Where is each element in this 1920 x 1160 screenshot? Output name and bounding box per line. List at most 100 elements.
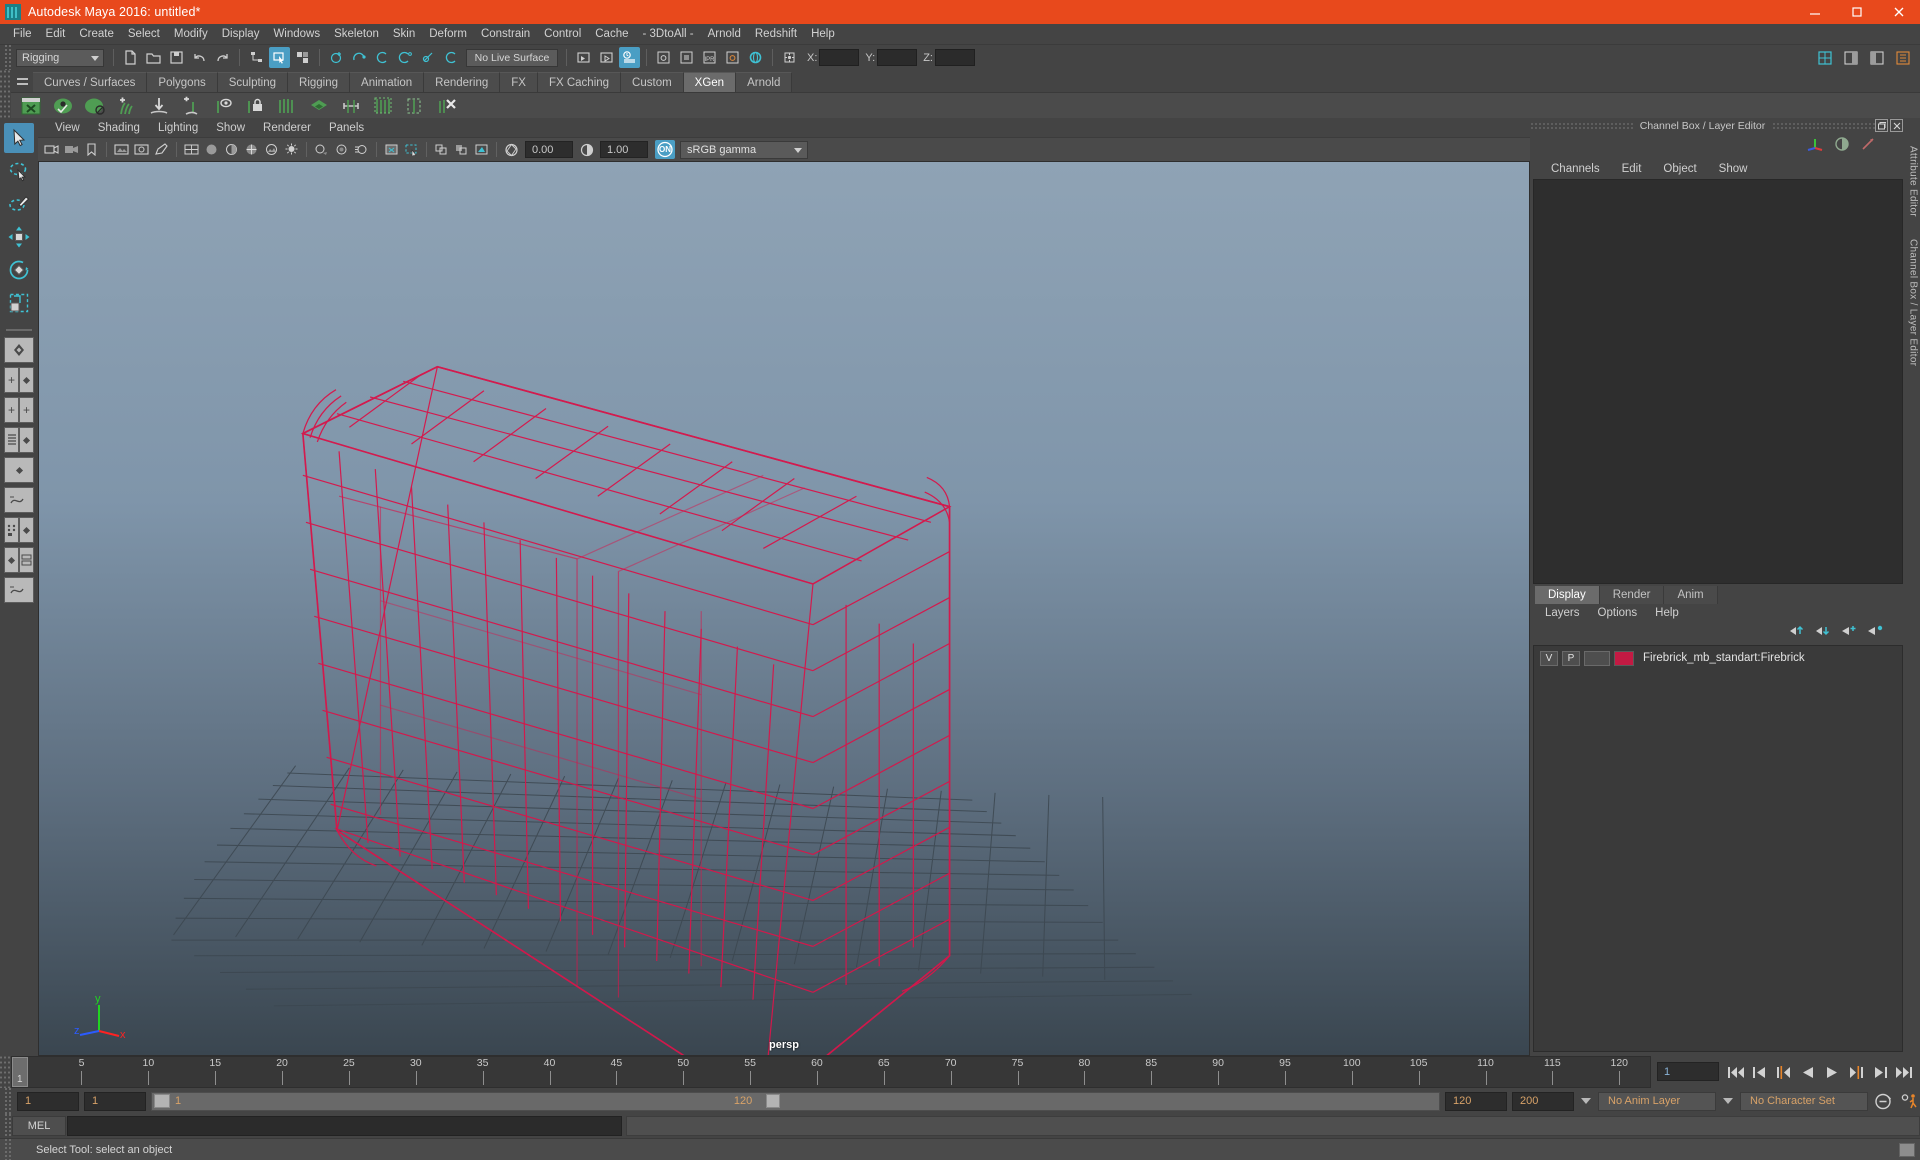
go-to-start-icon[interactable] [1725, 1061, 1746, 1083]
gamma-reset-icon[interactable] [452, 140, 471, 159]
menu-edit[interactable]: Edit [39, 24, 73, 45]
maximize-icon[interactable] [1836, 0, 1878, 24]
color-management-toggle[interactable]: ON [655, 140, 675, 159]
menu-modify[interactable]: Modify [167, 24, 215, 45]
ipr-region-icon[interactable]: IPR [699, 47, 720, 68]
shelf-tab-arnold[interactable]: Arnold [736, 72, 793, 92]
paint-select-tool[interactable] [4, 189, 34, 219]
shelf-tab-animation[interactable]: Animation [350, 72, 425, 92]
menu-cache[interactable]: Cache [588, 24, 635, 45]
panel-menu-panels[interactable]: Panels [320, 122, 373, 134]
bookmark-icon[interactable] [82, 140, 101, 159]
scale-tool[interactable] [4, 288, 34, 318]
layout-persp-graph-button[interactable] [4, 457, 34, 483]
range-bar[interactable]: 1 120 [151, 1091, 1440, 1111]
tab-channel-box-layer-editor[interactable]: Channel Box / Layer Editor [1908, 239, 1919, 366]
anim-curve-icon[interactable] [1860, 136, 1876, 157]
live-surface-field[interactable]: No Live Surface [466, 48, 558, 67]
command-line-grip[interactable] [3, 1114, 12, 1138]
tab-attribute-editor[interactable]: Attribute Editor [1908, 146, 1919, 217]
menu-select[interactable]: Select [121, 24, 167, 45]
density-paint-icon[interactable] [304, 93, 334, 118]
menu-file[interactable]: File [6, 24, 39, 45]
layout-outliner-persp-button[interactable] [4, 427, 34, 453]
channel-box-content[interactable] [1533, 179, 1903, 584]
menu-arnold[interactable]: Arnold [701, 24, 748, 45]
render-region-icon[interactable] [676, 47, 697, 68]
add-guide-icon[interactable] [176, 93, 206, 118]
display-layer-list[interactable]: V P Firebrick_mb_standart:Firebrick [1533, 644, 1903, 1052]
help-line-icon[interactable] [1899, 1142, 1915, 1157]
current-time-field[interactable]: 1 [1657, 1062, 1719, 1081]
snap-to-point-icon[interactable] [372, 47, 393, 68]
select-camera-icon[interactable] [42, 140, 61, 159]
float-panel-icon[interactable] [1875, 119, 1888, 132]
redo-render-icon[interactable] [596, 47, 617, 68]
display-toggle-icon[interactable] [1834, 136, 1850, 157]
time-slider-grip[interactable] [0, 1056, 11, 1088]
animation-preferences-icon[interactable] [1899, 1090, 1920, 1112]
render-sequence-icon[interactable] [722, 47, 743, 68]
layout-graph-editor-button[interactable] [4, 487, 34, 513]
channel-menu-channels[interactable]: Channels [1540, 163, 1611, 175]
tab-anim[interactable]: Anim [1664, 585, 1718, 604]
layer-row[interactable]: V P Firebrick_mb_standart:Firebrick [1534, 649, 1902, 668]
range-slider-grip[interactable] [3, 1088, 12, 1114]
lasso-select-tool[interactable] [4, 156, 34, 186]
lock-guide-icon[interactable] [240, 93, 270, 118]
isolate-select-icon[interactable] [382, 140, 401, 159]
select-by-component-icon[interactable] [292, 47, 313, 68]
xgen-editor-icon[interactable] [16, 93, 46, 118]
time-slider-cursor[interactable]: 1 [12, 1057, 28, 1087]
grease-pencil-icon[interactable] [152, 140, 171, 159]
guide-visibility-icon[interactable] [208, 93, 238, 118]
redo-icon[interactable] [212, 47, 233, 68]
layout-hypershade-persp-button[interactable] [4, 517, 34, 543]
layer-type-toggle[interactable] [1584, 650, 1610, 666]
make-live-icon[interactable] [441, 47, 462, 68]
region-mask-icon[interactable] [400, 93, 430, 118]
playback-end-time-field[interactable]: 120 [1445, 1091, 1507, 1111]
character-set-selector[interactable]: No Character Set [1740, 1091, 1868, 1111]
tab-render[interactable]: Render [1599, 585, 1665, 604]
show-hide-attribute-editor-icon[interactable] [1840, 47, 1861, 68]
view-transform-selector[interactable]: sRGB gamma [680, 140, 808, 159]
shelf-grip[interactable] [0, 70, 11, 118]
menu-set-selector[interactable]: Rigging [16, 48, 104, 67]
play-backwards-icon[interactable] [1797, 1061, 1818, 1083]
camera-attributes-icon[interactable] [62, 140, 81, 159]
two-d-pan-zoom-icon[interactable] [132, 140, 151, 159]
panel-menu-renderer[interactable]: Renderer [254, 122, 320, 134]
xgen-preview-icon[interactable] [48, 93, 78, 118]
import-collection-icon[interactable] [144, 93, 174, 118]
time-slider-track[interactable]: 1 5 10 15 20 25 30 35 40 45 50 55 60 65 70 75 80 85 90 95 1… [11, 1056, 1651, 1088]
rotate-tool[interactable] [4, 255, 34, 285]
render-current-frame-icon[interactable] [573, 47, 594, 68]
menu-skin[interactable]: Skin [386, 24, 422, 45]
playback-start-time-field[interactable]: 1 [84, 1091, 146, 1111]
ipr-render-icon[interactable] [653, 47, 674, 68]
coord-z-input[interactable] [934, 49, 975, 66]
layer-playback-toggle[interactable]: P [1562, 650, 1580, 666]
menu-display[interactable]: Display [215, 24, 267, 45]
hypershade-icon[interactable] [745, 47, 766, 68]
minimize-icon[interactable] [1794, 0, 1836, 24]
undo-icon[interactable] [189, 47, 210, 68]
exposure-icon[interactable] [502, 140, 521, 159]
exposure-input[interactable]: 0.00 [525, 141, 573, 158]
manipulator-axis-icon[interactable] [1806, 136, 1824, 157]
shelf-tab-polygons[interactable]: Polygons [147, 72, 218, 92]
wireframe-on-shaded-icon[interactable] [242, 140, 261, 159]
step-back-key-icon[interactable] [1773, 1061, 1794, 1083]
layer-color-swatch[interactable] [1614, 650, 1634, 666]
tab-display[interactable]: Display [1535, 585, 1600, 604]
channel-menu-object[interactable]: Object [1652, 163, 1707, 175]
move-tool[interactable] [4, 222, 34, 252]
wireframe-shading-icon[interactable] [182, 140, 201, 159]
coord-x-input[interactable] [819, 49, 860, 66]
toolbar-grip[interactable] [3, 45, 12, 70]
gamma-icon[interactable] [577, 140, 596, 159]
step-forward-frame-icon[interactable] [1869, 1061, 1890, 1083]
anim-layer-dropdown-arrow[interactable] [1579, 1092, 1593, 1111]
menu-deform[interactable]: Deform [422, 24, 474, 45]
